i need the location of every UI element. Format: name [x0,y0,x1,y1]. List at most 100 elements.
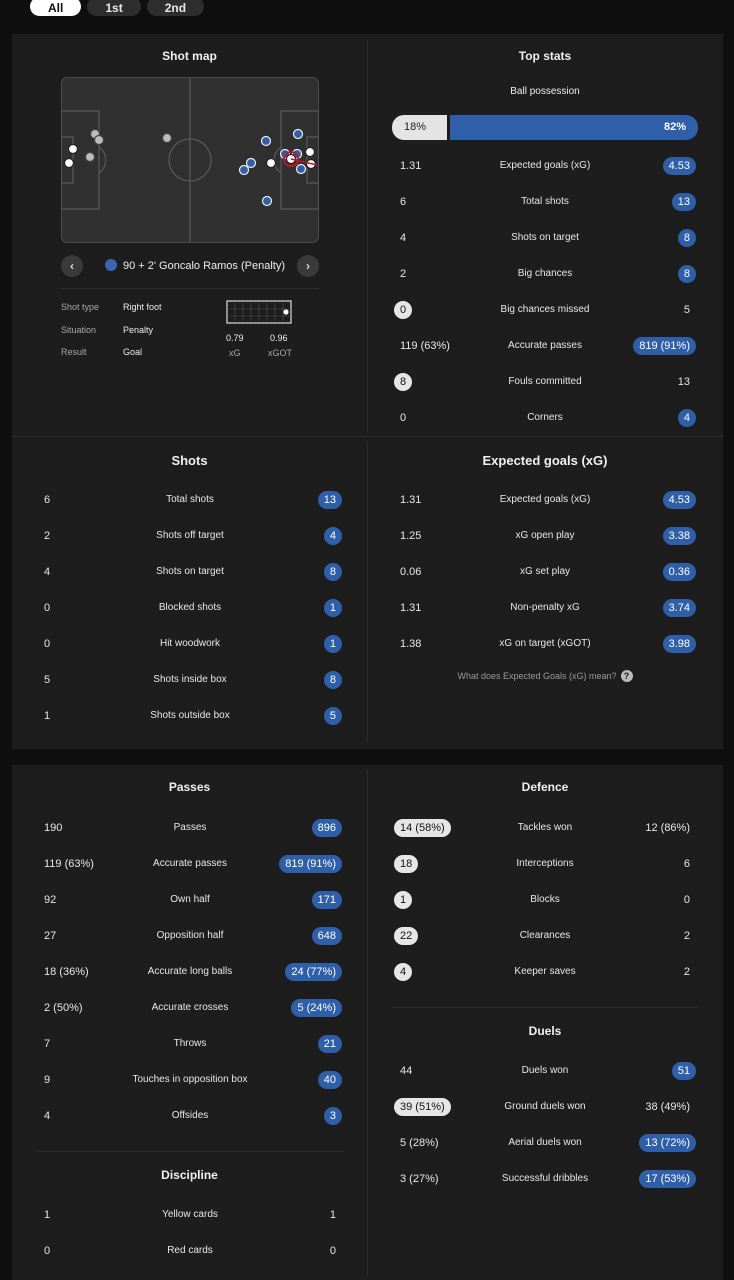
defence-row: 14 (58%) Tackles won 12 (86%) [392,816,698,840]
away-value: 1 [323,599,342,617]
stat-label: Shots inside box [153,674,227,685]
situation-value: Penalty [123,325,154,335]
away-value: 5 [683,304,690,316]
away-value: 24 (77%) [285,963,342,981]
shot-type-label: Shot type [61,302,100,312]
xg-help-link[interactable]: What does Expected Goals (xG) mean?? [367,670,723,682]
away-value: 13 (72%) [639,1134,696,1152]
stat-label: Throws [173,1038,207,1049]
away-value: 6 [683,858,690,870]
xg-row: 1.38 xG on target (xGOT) 3.98 [392,632,698,656]
xg-row: 1.31 Expected goals (xG) 4.53 [392,488,698,512]
prev-shot-button[interactable]: ‹ [61,255,83,277]
away-value: 3 [323,1107,342,1125]
possession-label: Ball possession [510,86,580,97]
duels-row: 44 Duels won 51 [392,1059,698,1083]
stat-label: Shots on target [511,232,579,243]
passes-row: 7 Throws 21 [36,1032,344,1056]
stat-label: Blocks [530,894,560,905]
shots-row: 5 Shots inside box 8 [36,668,344,692]
stat-label: Shots off target [156,530,224,541]
stat-label: Big chances missed [500,304,590,315]
goal-marker-away [265,157,276,168]
situation-label: Situation [61,325,97,335]
tab-first-half[interactable]: 1st [87,0,141,16]
stat-label: Touches in opposition box [132,1074,248,1085]
shot-type-value: Right foot [123,302,162,312]
stat-label: Expected goals (xG) [499,160,591,171]
stat-label: Blocked shots [158,602,222,613]
shot-caption-text: 90 + 2' Goncalo Ramos (Penalty) [123,260,285,272]
stat-label: Total shots [521,196,569,207]
duels-row: 5 (28%) Aerial duels won 13 (72%) [392,1131,698,1155]
shot-map-pitch[interactable] [60,76,319,243]
result-label: Result [61,347,87,357]
tab-all[interactable]: All [30,0,82,16]
shot-marker-home [84,151,95,162]
top-stats-row: 0 Corners 4 [392,406,698,430]
shot-caption: 90 + 2' Goncalo Ramos (Penalty) [105,259,285,272]
top-stats-row: 119 (63%) Accurate passes 819 (91%) [392,334,698,358]
xg-help-text: What does Expected Goals (xG) mean? [457,671,617,681]
shots-row: 1 Shots outside box 5 [36,704,344,728]
goal-frame [226,300,292,324]
stat-label: Keeper saves [514,966,576,977]
section-divider [392,1007,698,1008]
away-value: 4.53 [662,491,696,509]
away-value: 819 (91%) [279,855,342,873]
goal-marker-away [304,146,315,157]
section-divider [12,436,723,437]
away-value: 13 [677,376,690,388]
tab-second-half[interactable]: 2nd [146,0,205,16]
stat-label: Opposition half [156,930,224,941]
away-value: 4 [677,409,696,427]
stat-label: Hit woodwork [159,638,221,649]
stat-label: Interceptions [516,858,574,869]
top-stats-row: 4 Shots on target 8 [392,226,698,250]
shots-row: 0 Blocked shots 1 [36,596,344,620]
column-divider [367,40,368,433]
passes-title: Passes [168,780,211,794]
stat-label: xG open play [515,530,575,541]
stat-label: Shots on target [156,566,224,577]
shot-marker-away [295,163,306,174]
duels-title: Duels [528,1024,562,1038]
stat-label: Non-penalty xG [510,602,580,613]
away-value: 13 [671,193,696,211]
xg-row: 0.06 xG set play 0.36 [392,560,698,584]
away-value: 2 [683,966,690,978]
shot-marker-away [292,128,303,139]
stat-label: Yellow cards [162,1209,218,1220]
shot-marker-home [161,132,172,143]
passes-row: 92 Own half 171 [36,888,344,912]
stat-label: Clearances [519,930,571,941]
shots-title: Shots [171,453,208,468]
away-value: 5 [323,707,342,725]
column-divider [367,770,368,1275]
away-value: 896 [311,819,342,837]
passes-row: 9 Touches in opposition box 40 [36,1068,344,1092]
away-value: 0.36 [662,563,696,581]
stat-label: Big chances [517,268,573,279]
shot-markers [63,128,317,206]
stat-label: Passes [173,822,207,833]
top-stats-row: 6 Total shots 13 [392,190,698,214]
away-value: 4.53 [662,157,696,175]
away-value: 1 [323,635,342,653]
xg-title: Expected goals (xG) [482,453,608,468]
passes-row: 119 (63%) Accurate passes 819 (91%) [36,852,344,876]
shots-row: 2 Shots off target 4 [36,524,344,548]
away-value: 51 [671,1062,696,1080]
section-divider [36,1151,344,1152]
next-shot-button[interactable]: › [297,255,319,277]
xg-row: 1.31 Non-penalty xG 3.74 [392,596,698,620]
xg-label: xG [229,348,241,358]
stat-label: Total shots [166,494,214,505]
stat-label: Offsides [171,1110,209,1121]
possession-bar: 18% 82% [392,115,698,140]
column-divider [367,441,368,741]
shot-marker-away [245,157,256,168]
away-value: 4 [323,527,342,545]
chevron-left-icon: ‹ [70,259,74,273]
shots-row: 4 Shots on target 8 [36,560,344,584]
